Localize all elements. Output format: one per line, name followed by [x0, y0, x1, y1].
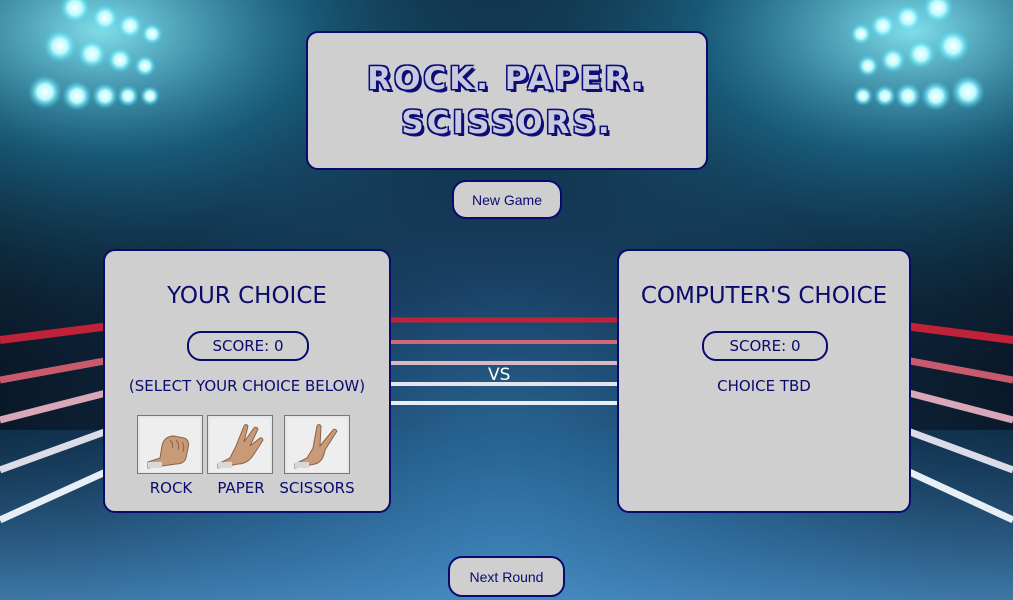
scissors-hand-icon: [287, 417, 347, 472]
paper-choice-button[interactable]: [207, 415, 273, 474]
computer-panel: COMPUTER'S CHOICE SCORE: 0 CHOICE TBD: [617, 249, 911, 513]
scissors-choice-button[interactable]: [284, 415, 350, 474]
game-title-line-1: ROCK. PAPER.: [367, 60, 647, 97]
computer-score-badge: SCORE: 0: [702, 331, 828, 361]
computer-panel-title: COMPUTER'S CHOICE: [640, 283, 888, 309]
player-panel-title: YOUR CHOICE: [167, 283, 327, 309]
game-title-box: ROCK. PAPER. SCISSORS.: [306, 31, 708, 170]
player-score-badge: SCORE: 0: [187, 331, 309, 361]
rock-hand-icon: [140, 417, 200, 472]
next-round-button[interactable]: Next Round: [448, 556, 565, 597]
player-panel: YOUR CHOICE SCORE: 0 (SELECT YOUR CHOICE…: [103, 249, 391, 513]
select-choice-hint: (SELECT YOUR CHOICE BELOW): [128, 377, 366, 395]
computer-choice-status: CHOICE TBD: [717, 377, 811, 395]
paper-hand-icon: [210, 417, 270, 472]
game-title-line-2: SCISSORS.: [401, 104, 613, 141]
versus-label: VS: [488, 365, 511, 385]
rock-choice-button[interactable]: [137, 415, 203, 474]
scissors-label: SCISSORS: [279, 479, 355, 497]
new-game-button[interactable]: New Game: [452, 180, 562, 219]
